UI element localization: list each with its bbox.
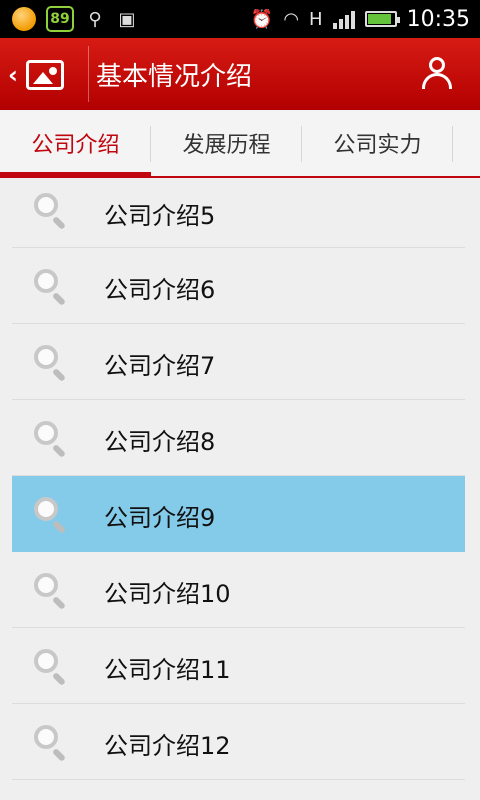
tab-company-strength[interactable]: 公司实力 [302, 110, 453, 176]
list-item[interactable]: 公司介绍11 [12, 628, 465, 704]
list-item-label: 公司介绍12 [104, 732, 231, 760]
list-item[interactable]: 公司介绍10 [12, 552, 465, 628]
list-item[interactable]: 公司介绍12 [12, 704, 465, 780]
list-item[interactable]: 公司介绍7 [12, 324, 465, 400]
list-item-label: 公司介绍5 [104, 202, 216, 230]
picture-icon [25, 60, 64, 90]
search-icon [34, 421, 68, 459]
tab-company-intro[interactable]: 公司介绍 [0, 110, 151, 178]
status-time: 10:35 [406, 6, 470, 32]
search-icon [34, 269, 68, 307]
list-item[interactable]: 公司介绍5 [12, 176, 465, 248]
wifi-icon: ◠ [283, 8, 300, 30]
user-profile-button[interactable] [420, 57, 454, 91]
tab-development-history[interactable]: 发展历程 [151, 110, 302, 176]
header-divider [88, 46, 89, 102]
list-item[interactable]: 公司介绍8 [12, 400, 465, 476]
search-icon [34, 497, 68, 535]
list-item-label: 公司介绍6 [104, 276, 216, 304]
tab-label: 发展历程 [182, 133, 271, 158]
chevron-left-icon: ‹ [8, 61, 18, 89]
status-left: 89 ⚲ ▣ [12, 6, 138, 32]
back-button[interactable]: ‹ [8, 56, 84, 94]
search-icon [34, 345, 68, 383]
list-item-label: 公司介绍10 [104, 580, 231, 608]
notification-dot-icon [12, 7, 36, 31]
list-item-label: 公司介绍11 [104, 656, 231, 684]
search-icon [34, 573, 68, 611]
list-item[interactable]: 公司介绍6 [12, 248, 465, 324]
tab-label: 公司介绍 [31, 133, 120, 158]
list-item-selected[interactable]: 公司介绍9 [12, 476, 465, 552]
user-icon-head [429, 57, 445, 73]
user-icon-body [422, 73, 452, 89]
hplus-network-icon: H [309, 8, 323, 30]
status-right: ⏰ ◠ H 10:35 [251, 4, 470, 34]
usb-icon: ⚲ [88, 8, 102, 30]
battery-icon [364, 11, 400, 27]
search-icon [34, 649, 68, 687]
signal-strength-icon [332, 9, 355, 29]
page-title: 基本情况介绍 [96, 62, 253, 92]
status-bar: 89 ⚲ ▣ ⏰ ◠ H 10:35 [0, 0, 480, 38]
list-item-label: 公司介绍7 [104, 352, 216, 380]
list-item-label: 公司介绍9 [104, 504, 216, 532]
tab-bar: 公司介绍 发展历程 公司实力 [0, 110, 480, 178]
alarm-icon: ⏰ [250, 8, 274, 30]
list-item-label: 公司介绍8 [104, 428, 216, 456]
battery-level-badge: 89 [46, 6, 74, 32]
intro-list: 公司介绍5 公司介绍6 公司介绍7 公司介绍8 公司介绍9 公司介绍10 公司介… [12, 176, 465, 780]
search-icon [34, 725, 68, 763]
app-header: ‹ 基本情况介绍 [0, 38, 480, 110]
tab-label: 公司实力 [333, 133, 422, 158]
android-debug-icon: ▣ [118, 8, 136, 30]
search-icon [34, 193, 68, 231]
